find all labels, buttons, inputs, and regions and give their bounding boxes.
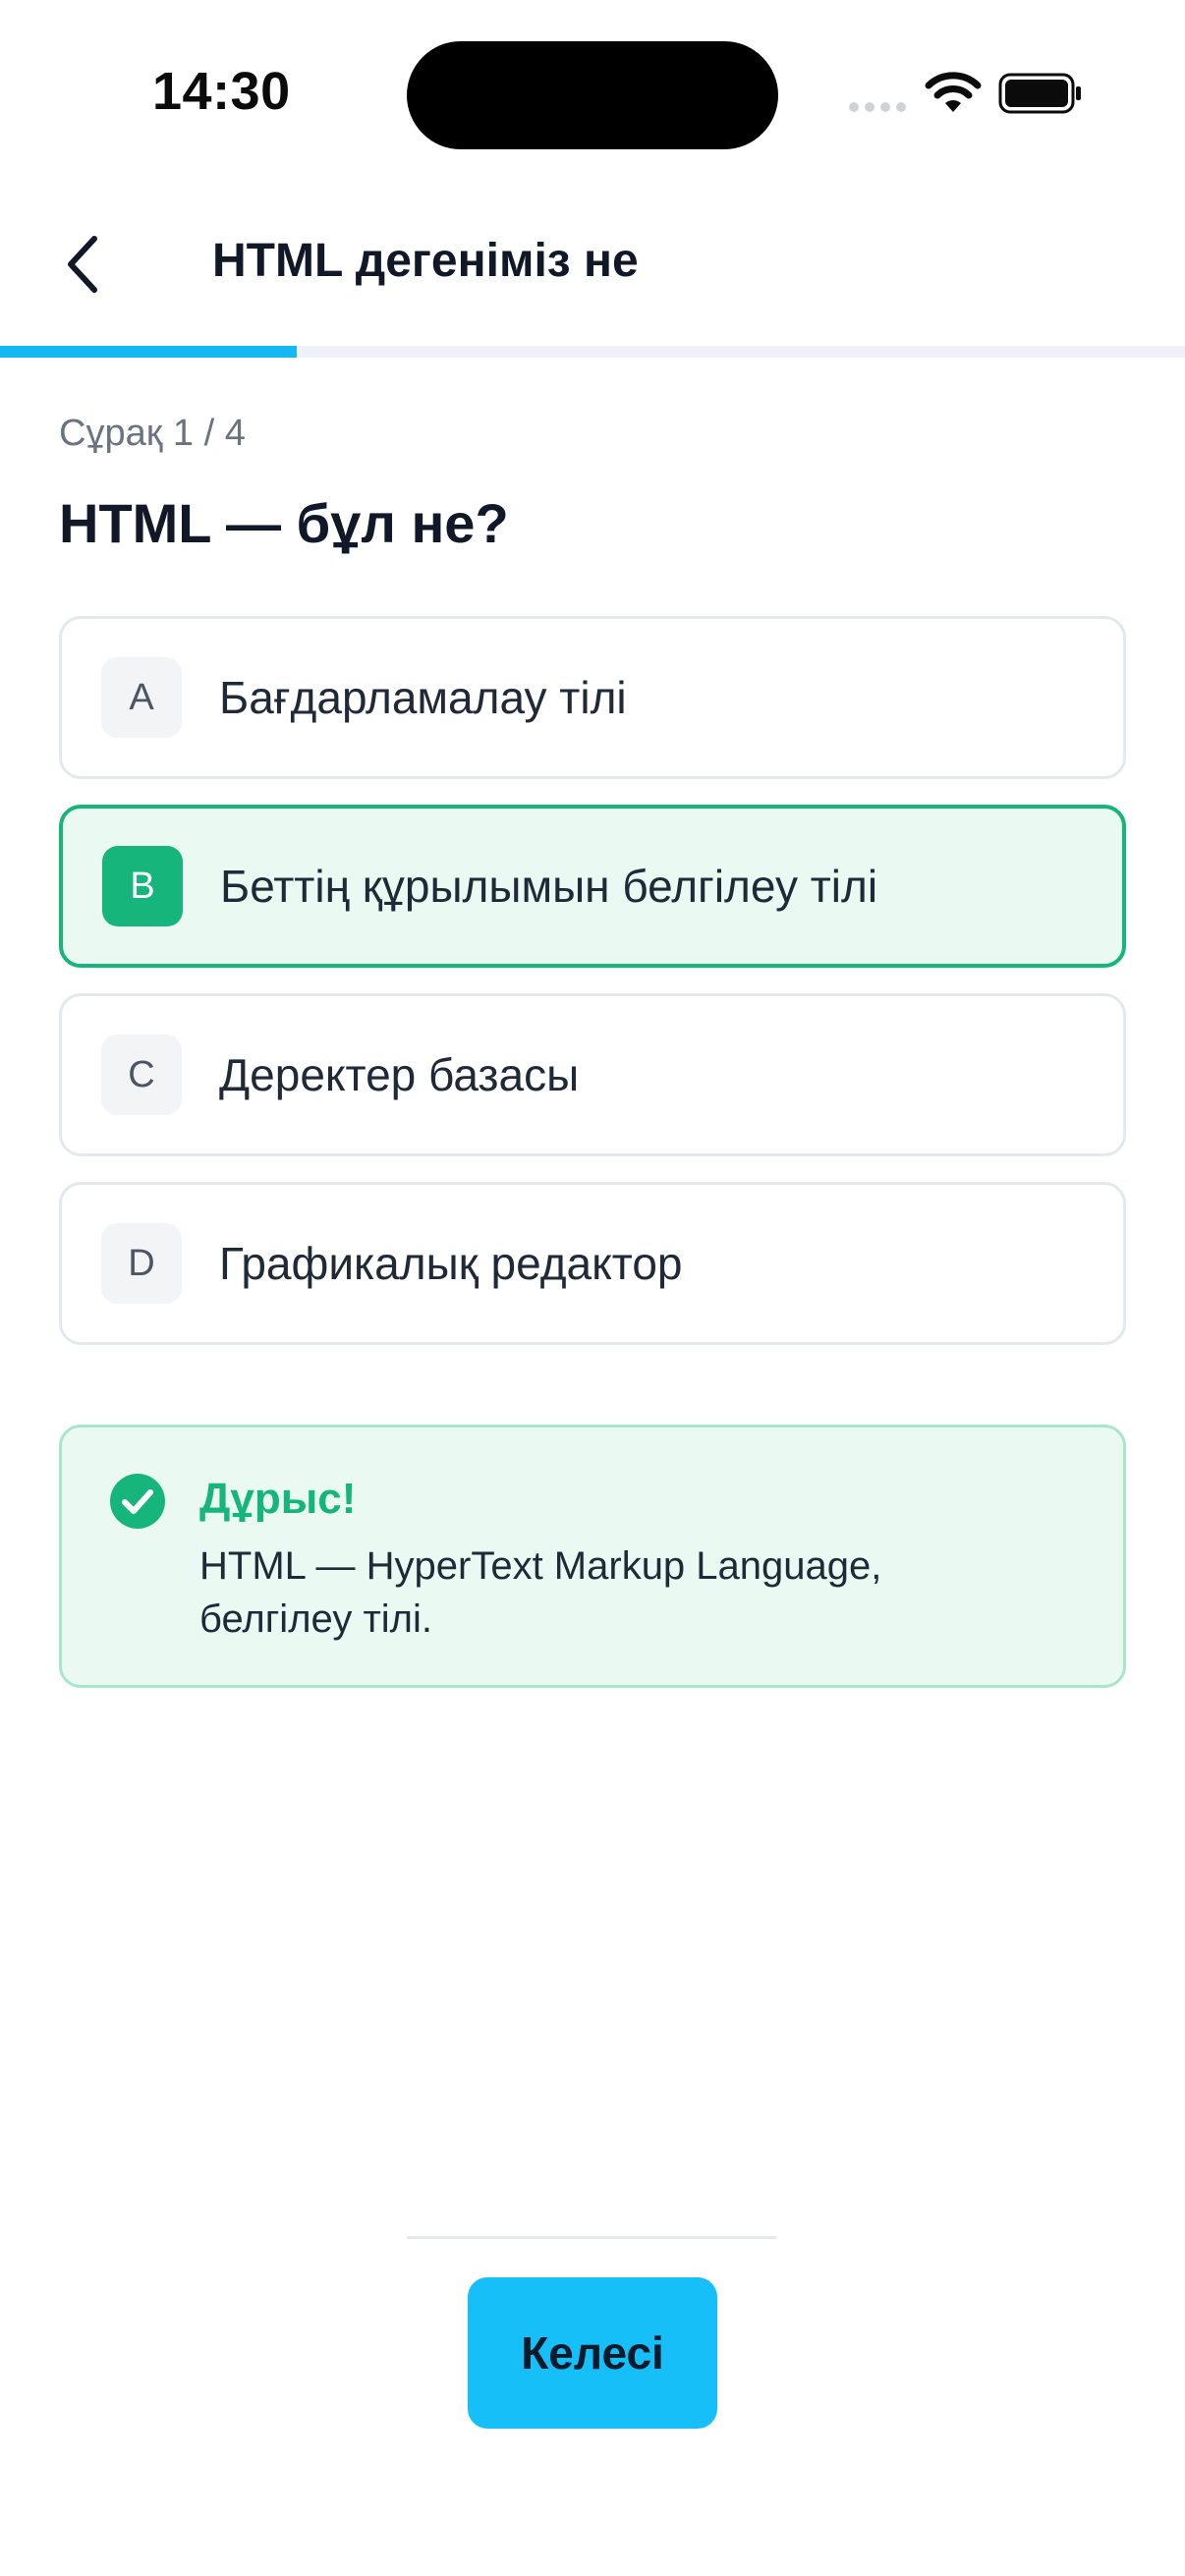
back-button[interactable] bbox=[51, 222, 114, 307]
answer-feedback: Дұрыс! HTML — HyperText Markup Language,… bbox=[59, 1425, 1126, 1688]
question-text: HTML — бұл не? bbox=[59, 492, 509, 554]
signal-dots-icon bbox=[849, 102, 908, 116]
question-counter: Сұрақ 1 / 4 bbox=[59, 413, 246, 454]
check-circle-icon bbox=[110, 1474, 165, 1529]
feedback-body: HTML — HyperText Markup Language, белгіл… bbox=[199, 1544, 882, 1641]
footer-divider bbox=[407, 2236, 776, 2239]
next-button[interactable]: Келесі bbox=[468, 2277, 717, 2429]
battery-icon bbox=[998, 73, 1081, 114]
quiz-progress-fill bbox=[0, 346, 297, 358]
wifi-icon bbox=[925, 72, 982, 112]
option-letter-badge: A bbox=[101, 657, 182, 738]
option-text: Беттің құрылымын белгілеу тілі bbox=[220, 861, 878, 912]
answer-options: A Бағдарламалау тілі B Беттің құрылымын … bbox=[59, 616, 1126, 1371]
quiz-progress-bar bbox=[0, 346, 1185, 358]
option-letter-badge: B bbox=[102, 846, 183, 926]
chevron-left-icon bbox=[68, 236, 97, 293]
dynamic-island bbox=[407, 41, 778, 149]
option-c[interactable]: C Деректер базасы bbox=[59, 993, 1126, 1156]
option-d[interactable]: D Графикалық редактор bbox=[59, 1182, 1126, 1345]
status-time: 14:30 bbox=[152, 62, 291, 121]
option-text: Деректер базасы bbox=[219, 1049, 580, 1100]
option-b[interactable]: B Беттің құрылымын белгілеу тілі bbox=[59, 805, 1126, 968]
feedback-title: Дұрыс! bbox=[199, 1475, 357, 1523]
option-text: Графикалық редактор bbox=[219, 1238, 683, 1289]
option-a[interactable]: A Бағдарламалау тілі bbox=[59, 616, 1126, 779]
option-letter-badge: C bbox=[101, 1035, 182, 1115]
option-letter-badge: D bbox=[101, 1223, 182, 1304]
page-title: HTML дегеніміз не bbox=[212, 235, 639, 287]
option-text: Бағдарламалау тілі bbox=[219, 672, 627, 723]
